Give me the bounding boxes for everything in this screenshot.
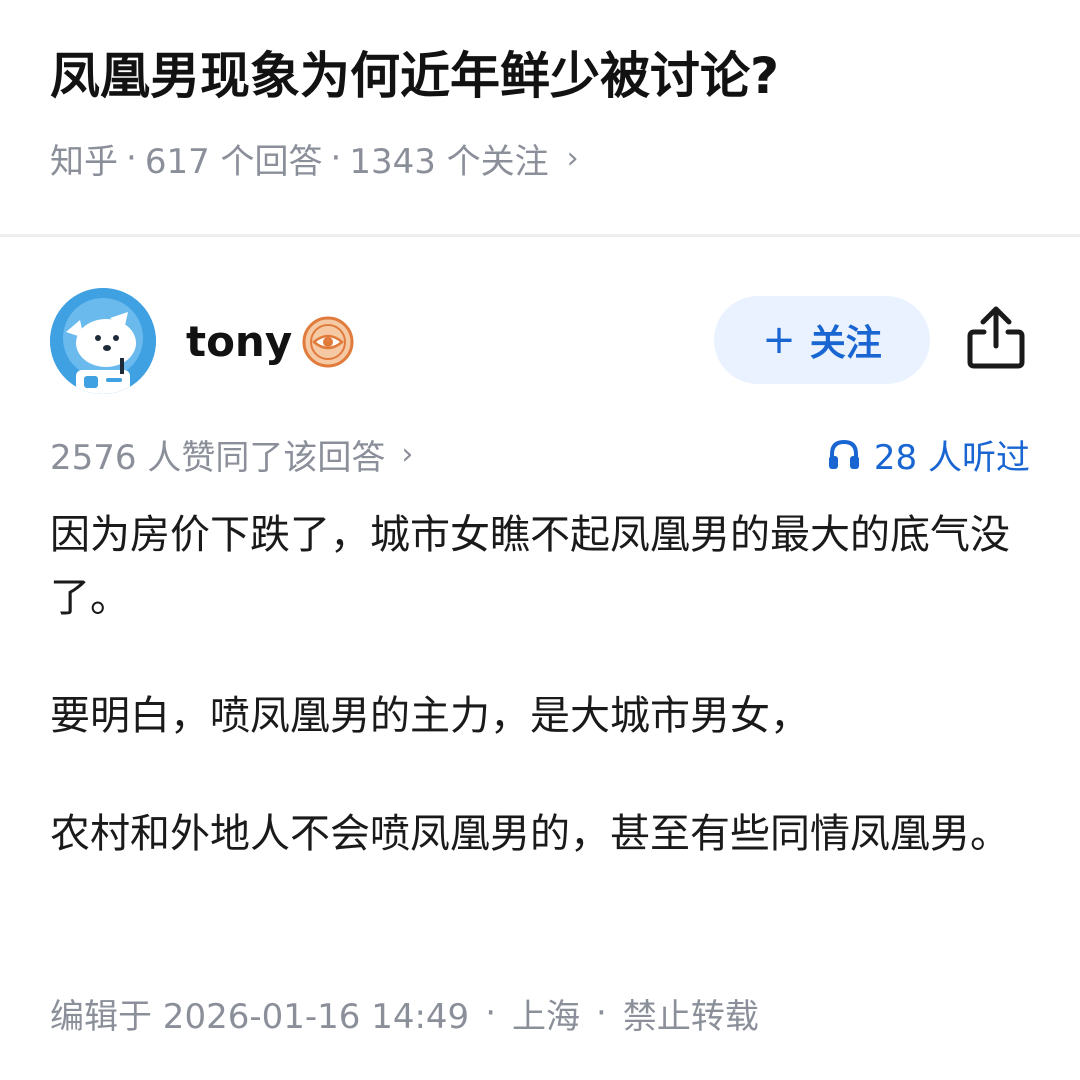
edited-time: 编辑于 2026-01-16 14:49 <box>50 996 470 1037</box>
answer-paragraph: 因为房价下跌了，城市女瞧不起凤凰男的最大的底气没了。 <box>50 512 1010 621</box>
listen-text: 28 人听过 <box>873 437 1030 478</box>
listen-count[interactable]: 28 人听过 <box>826 430 1030 478</box>
answer-paragraph: 要明白，喷凤凰男的主力，是大城市男女， <box>50 693 810 739</box>
eye-badge-icon[interactable] <box>302 316 354 368</box>
follow-label: 关注 <box>809 323 882 364</box>
answer-footer: 编辑于 2026-01-16 14:49 · 上海 · 禁止转载 <box>50 988 759 1038</box>
copyright-notice: 禁止转载 <box>622 996 759 1037</box>
section-divider <box>0 234 1080 237</box>
chevron-right-icon: › <box>401 436 414 472</box>
chevron-right-icon: › <box>566 140 579 176</box>
meta-separator: · <box>126 138 137 178</box>
answer-paragraph: 农村和外地人不会喷凤凰男的，甚至有些同情凤凰男。 <box>50 811 1010 857</box>
meta-separator: · <box>330 138 342 178</box>
plus-icon: + <box>762 317 796 363</box>
answers-count: 617 个回答 <box>144 141 323 182</box>
answer-content: 因为房价下跌了，城市女瞧不起凤凰男的最大的底气没了。 要明白，喷凤凰男的主力，是… <box>50 504 1010 866</box>
likes-text: 2576 人赞同了该回答 <box>50 437 386 478</box>
author-name[interactable]: tony <box>186 314 292 370</box>
headphones-icon <box>828 439 859 469</box>
follow-button[interactable]: + 关注 <box>714 296 930 384</box>
dog-astronaut-icon <box>50 288 156 394</box>
footer-separator: · <box>485 993 497 1033</box>
edit-location: 上海 <box>512 996 581 1037</box>
author-avatar[interactable] <box>50 288 156 394</box>
source-label: 知乎 <box>50 141 118 182</box>
question-title[interactable]: 凤凰男现象为何近年鲜少被讨论? <box>50 40 1040 112</box>
followers-count: 1343 个关注 <box>349 141 549 182</box>
likes-count[interactable]: 2576 人赞同了该回答 › <box>50 430 413 478</box>
question-meta[interactable]: 知乎 · 617 个回答 · 1343 个关注 › <box>50 134 579 182</box>
share-icon[interactable] <box>966 304 1026 370</box>
footer-separator: · <box>596 993 607 1033</box>
